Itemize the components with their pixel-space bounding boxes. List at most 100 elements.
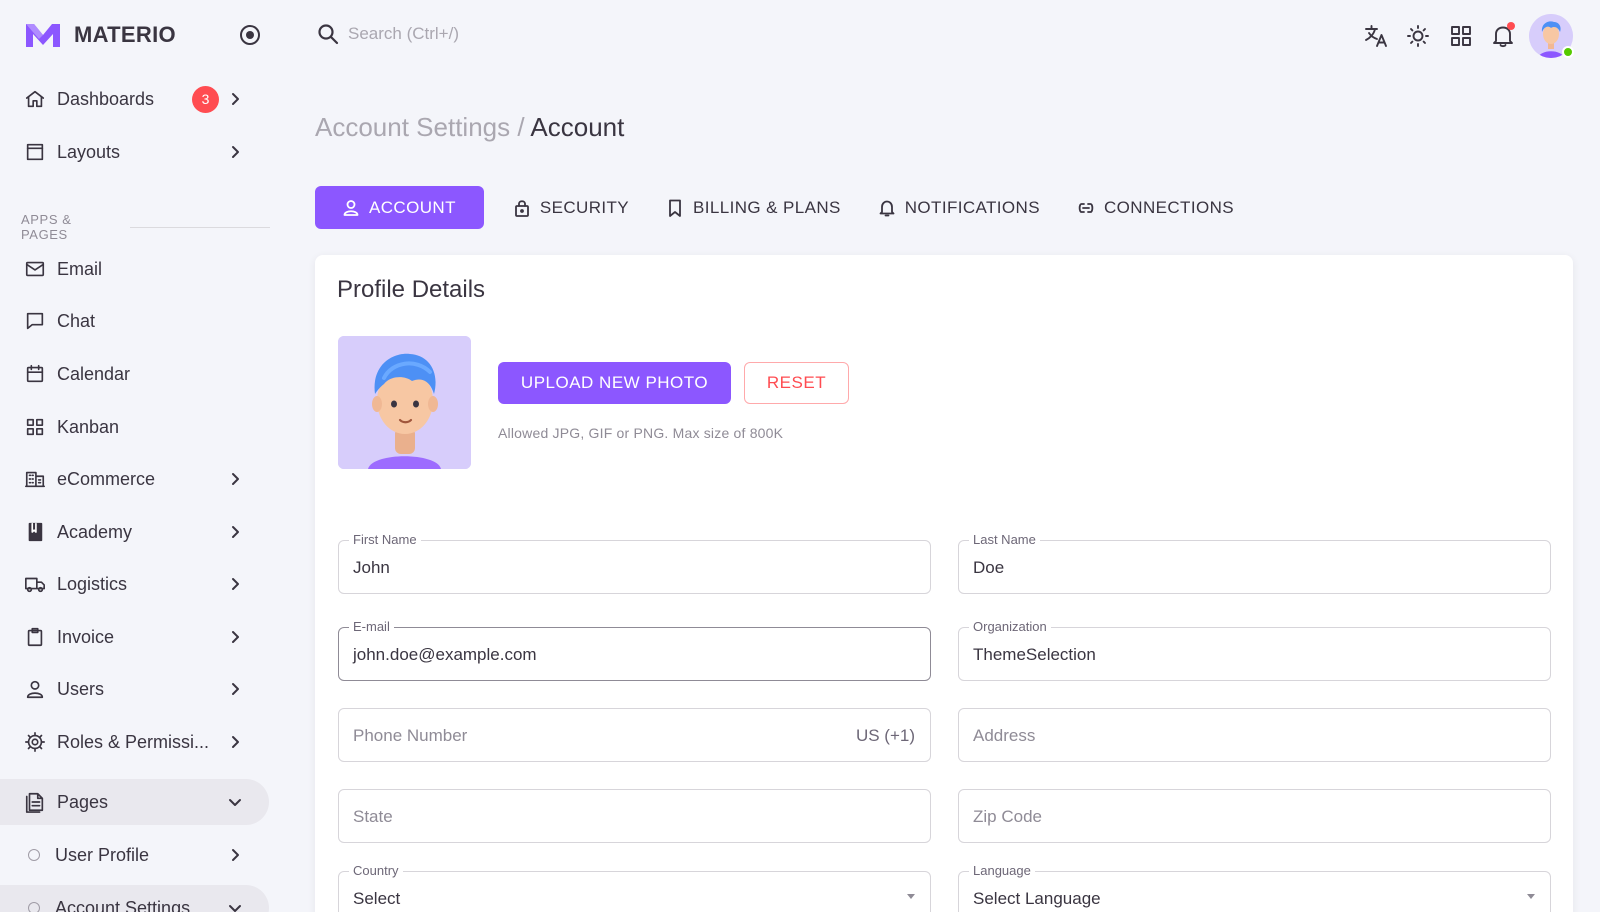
chevron-right-icon — [228, 682, 242, 696]
sidebar-item-account-settings[interactable]: Account Settings — [0, 885, 269, 912]
profile-details-card: Profile Details UPLOAD NEW PHOTO RESET A… — [315, 255, 1573, 912]
chevron-right-icon — [228, 577, 242, 591]
calendar-icon — [23, 362, 47, 386]
sidebar-item-logistics[interactable]: Logistics — [0, 561, 269, 607]
breadcrumb-current: Account — [530, 112, 625, 142]
notification-bell-icon[interactable] — [1489, 22, 1517, 50]
chevron-right-icon — [228, 92, 242, 106]
sidebar-item-label: Users — [57, 678, 105, 699]
upload-hint: Allowed JPG, GIF or PNG. Max size of 800… — [498, 425, 784, 441]
book-icon — [23, 520, 47, 544]
brand-name: MATERIO — [74, 22, 176, 47]
bookmark-icon — [669, 199, 681, 217]
file-icon — [23, 790, 47, 814]
country-select[interactable]: Country Select — [338, 863, 931, 912]
field-placeholder: State — [353, 807, 393, 826]
field-label: First Name — [349, 532, 421, 547]
sidebar-item-calendar[interactable]: Calendar — [0, 351, 269, 397]
translate-icon[interactable] — [1362, 22, 1390, 50]
tab-connections[interactable]: CONNECTIONS — [1058, 186, 1252, 229]
sidebar-item-label: Invoice — [57, 626, 115, 647]
sidebar-item-kanban[interactable]: Kanban — [0, 404, 269, 450]
sidebar-item-label: Kanban — [57, 416, 120, 437]
sidebar-item-users[interactable]: Users — [0, 666, 269, 712]
tab-billing-plans[interactable]: BILLING & PLANS — [647, 186, 859, 229]
chevron-right-icon — [228, 630, 242, 644]
sidebar-item-ecommerce[interactable]: eCommerce — [0, 456, 269, 502]
sidebar-item-label: Academy — [57, 521, 133, 542]
chat-icon — [23, 309, 47, 333]
user-avatar[interactable] — [1529, 14, 1574, 58]
sidebar-item-email[interactable]: Email — [0, 246, 269, 292]
card-title: Profile Details — [337, 276, 486, 303]
theme-toggle-icon[interactable] — [1404, 22, 1432, 50]
chevron-right-icon — [228, 848, 242, 862]
breadcrumb-parent[interactable]: Account Settings — [315, 112, 510, 142]
first-name-field[interactable]: First Name John — [338, 532, 931, 594]
bell-icon — [879, 200, 895, 216]
mail-icon — [23, 257, 47, 281]
tab-notifications[interactable]: NOTIFICATIONS — [859, 186, 1058, 229]
phone-number-field[interactable]: Phone Number US (+1) — [338, 708, 931, 762]
sidebar-item-roles-permissions[interactable]: Roles & Permissi... — [0, 719, 269, 765]
dropdown-arrow-icon — [907, 894, 915, 899]
section-title: APPS & PAGES — [21, 212, 72, 242]
section-divider — [130, 226, 270, 228]
sidebar-item-layouts[interactable]: Layouts — [0, 129, 269, 175]
breadcrumb: Account Settings / Account — [315, 112, 624, 143]
chevron-down-icon — [228, 795, 242, 809]
search-placeholder: Search (Ctrl+/) — [348, 24, 459, 43]
materio-logo-icon — [26, 24, 60, 47]
sidebar-item-pages[interactable]: Pages — [0, 779, 269, 825]
field-value: ThemeSelection — [973, 645, 1096, 664]
field-label: Country — [349, 863, 403, 878]
chevron-right-icon — [228, 525, 242, 539]
state-field[interactable]: State — [338, 789, 931, 843]
layout-icon — [23, 140, 47, 164]
sidebar-item-dashboards[interactable]: Dashboards 3 — [0, 76, 269, 122]
address-field[interactable]: Address — [958, 708, 1551, 762]
field-value: Doe — [973, 558, 1005, 577]
field-value: John — [353, 558, 390, 577]
reset-button[interactable]: RESET — [744, 362, 849, 404]
link-icon — [1078, 202, 1094, 213]
chevron-right-icon — [228, 472, 242, 486]
search-icon — [318, 24, 339, 45]
sidebar-item-label: Calendar — [57, 363, 131, 384]
sidebar-item-academy[interactable]: Academy — [0, 509, 269, 555]
tab-account[interactable]: ACCOUNT — [315, 186, 484, 229]
circle-icon — [28, 849, 40, 861]
sidebar-item-label: Account Settings — [55, 897, 191, 912]
upload-new-photo-button[interactable]: UPLOAD NEW PHOTO — [498, 362, 731, 404]
tab-label: BILLING & PLANS — [693, 197, 841, 217]
sidebar-section-header: APPS & PAGES — [21, 212, 270, 242]
sidebar-item-label: User Profile — [55, 844, 150, 865]
tab-label: SECURITY — [539, 197, 630, 217]
user-icon — [23, 677, 47, 701]
notification-dot — [1507, 22, 1515, 30]
home-icon — [23, 87, 47, 111]
language-select[interactable]: Language Select Language — [958, 863, 1551, 912]
organization-field[interactable]: Organization ThemeSelection — [958, 619, 1551, 681]
user-icon — [343, 199, 359, 216]
sidebar-item-label: Email — [57, 258, 103, 279]
sidebar-item-invoice[interactable]: Invoice — [0, 614, 269, 660]
zip-code-field[interactable]: Zip Code — [958, 789, 1551, 843]
sidebar-item-chat[interactable]: Chat — [0, 298, 269, 344]
chevron-right-icon — [228, 735, 242, 749]
dropdown-arrow-icon — [1527, 894, 1535, 899]
shortcuts-grid-icon[interactable] — [1447, 22, 1475, 50]
sidebar-item-user-profile[interactable]: User Profile — [0, 832, 269, 878]
sidebar-item-label: Layouts — [57, 141, 121, 162]
sidebar-item-label: Chat — [57, 310, 96, 331]
email-field[interactable]: E-mail john.doe@example.com — [338, 619, 931, 681]
search-bar[interactable]: Search (Ctrl+/) — [316, 22, 459, 46]
profile-avatar — [338, 336, 471, 469]
sidebar-item-label: Logistics — [57, 573, 128, 594]
brand-logo[interactable]: MATERIO — [24, 18, 176, 52]
last-name-field[interactable]: Last Name Doe — [958, 532, 1551, 594]
sidebar-item-label: Dashboards — [57, 88, 155, 109]
tab-security[interactable]: SECURITY — [494, 186, 647, 229]
sidebar-pin-toggle-icon[interactable] — [240, 25, 260, 45]
circle-icon — [28, 902, 40, 912]
